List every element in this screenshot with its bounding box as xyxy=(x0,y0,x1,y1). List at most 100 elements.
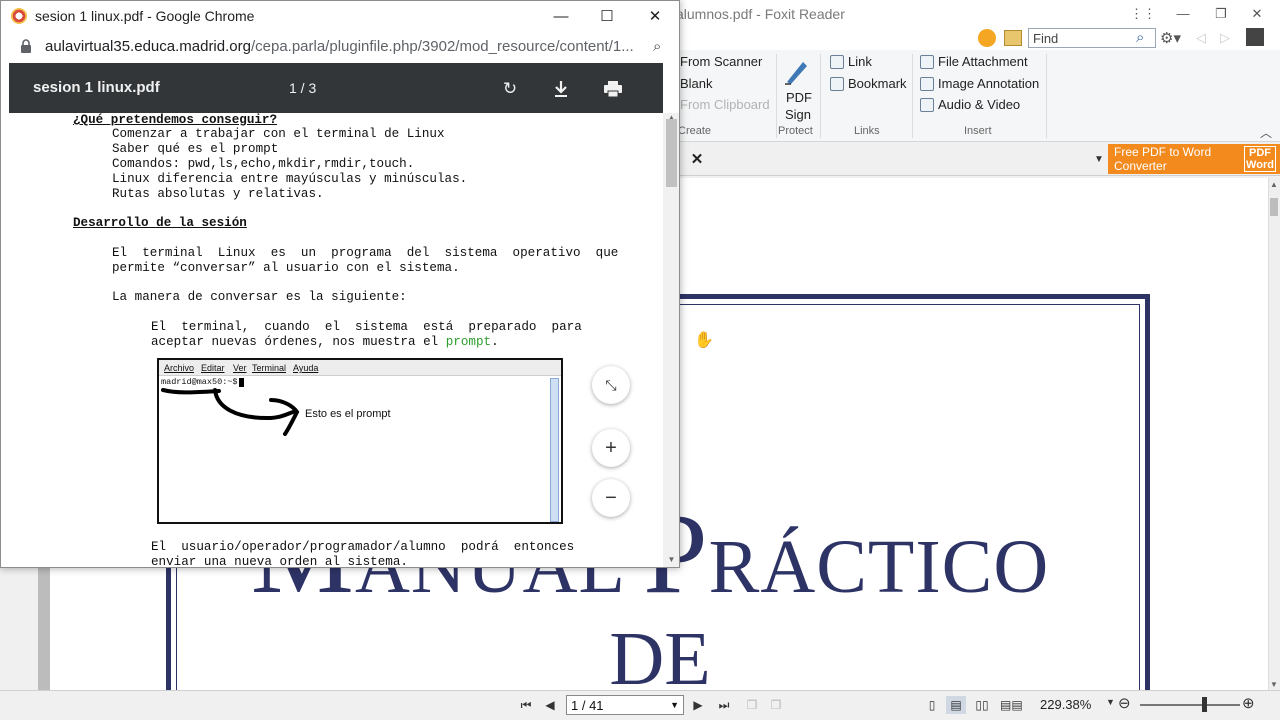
lock-icon[interactable] xyxy=(20,39,32,53)
navigation-panel-strip xyxy=(38,566,50,690)
maximize-button[interactable]: ☐ xyxy=(587,5,627,29)
pdf-to-word-badge: PDF Word xyxy=(1244,146,1276,172)
heart-icon[interactable] xyxy=(978,29,996,47)
paperclip-icon xyxy=(920,54,934,69)
film-icon xyxy=(920,97,934,112)
from-clipboard-button[interactable]: From Clipboard xyxy=(680,97,770,112)
file-attachment-button[interactable]: File Attachment xyxy=(920,54,1028,69)
rotate-icon[interactable]: ↻ xyxy=(498,77,522,101)
next-page-icon[interactable]: ▶ xyxy=(688,696,708,714)
grid-icon[interactable]: ⋮⋮ xyxy=(1130,4,1156,24)
heading-session: Desarrollo de la sesión xyxy=(73,216,247,230)
prompt-annotation: Esto es el prompt xyxy=(305,408,391,420)
close-button[interactable]: ✕ xyxy=(1244,4,1270,24)
continuous-page-icon[interactable]: ▤ xyxy=(946,696,966,714)
goal-line: Saber qué es el prompt xyxy=(112,142,279,156)
ribbon-separator xyxy=(820,54,821,138)
image-annotation-button[interactable]: Image Annotation xyxy=(920,76,1039,91)
minimize-button[interactable]: — xyxy=(541,5,581,29)
foxit-scroll-thumb[interactable] xyxy=(1270,198,1278,216)
scroll-down-icon[interactable]: ▼ xyxy=(664,555,679,565)
download-icon[interactable] xyxy=(549,77,573,101)
fit-to-page-button[interactable]: ⤡ xyxy=(592,366,630,404)
paragraph-line: La manera de conversar es la siguiente: xyxy=(112,290,407,304)
hand-cursor-icon: ✋ xyxy=(694,332,714,349)
heading-goals: ¿Qué pretendemos conseguir? xyxy=(73,113,278,127)
url-text[interactable]: aulavirtual35.educa.madrid.org/cepa.parl… xyxy=(45,38,641,55)
previous-page-icon[interactable]: ◀ xyxy=(540,696,560,714)
bookmark-button[interactable]: Bookmark xyxy=(830,76,907,91)
from-scanner-button[interactable]: From Scanner xyxy=(680,54,762,69)
zoom-dropdown-icon[interactable]: ▼ xyxy=(1106,697,1115,707)
restore-button[interactable]: ❐ xyxy=(1208,4,1234,24)
chrome-favicon-icon xyxy=(11,8,27,24)
search-icon[interactable]: ⌕ xyxy=(1136,29,1144,46)
paragraph-line: aceptar nuevas órdenes, nos muestra el p… xyxy=(151,335,499,349)
prompt-word: prompt xyxy=(445,335,492,349)
paragraph-line: El terminal Linux es un programa del sis… xyxy=(112,246,619,260)
print-icon[interactable] xyxy=(601,77,625,101)
pdf-page-indicator[interactable]: 1 / 3 xyxy=(289,80,316,96)
chrome-window: sesion 1 linux.pdf - Google Chrome — ☐ ✕… xyxy=(0,0,680,568)
minimize-button[interactable]: — xyxy=(1170,4,1196,24)
last-page-icon[interactable]: ⏭ xyxy=(714,696,734,714)
user-icon[interactable] xyxy=(1246,28,1264,46)
facing-page-icon[interactable]: ▯▯ xyxy=(972,696,992,714)
zoom-in-icon[interactable]: ⊕ xyxy=(1242,694,1255,712)
bookmark-icon xyxy=(830,76,844,91)
collapse-ribbon-icon[interactable]: ︿ xyxy=(1260,124,1272,141)
hand-drawn-arrow xyxy=(161,388,300,436)
forward-icon[interactable]: ▷ xyxy=(1220,30,1230,46)
zoom-magnifier-icon[interactable]: ⌕ xyxy=(653,38,661,55)
previous-view-icon[interactable]: ❐ xyxy=(742,696,762,714)
back-icon[interactable]: ◁ xyxy=(1196,30,1206,46)
promo-banner[interactable]: Free PDF to Word Converter PDF Word xyxy=(1108,144,1280,174)
goal-line: Linux diferencia entre mayúsculas y minú… xyxy=(112,172,468,186)
goal-line: Comenzar a trabajar con el terminal de L… xyxy=(112,127,445,141)
continuous-facing-icon[interactable]: ▤▤ xyxy=(1000,696,1023,714)
gear-icon[interactable]: ⚙▾ xyxy=(1160,29,1181,47)
links-group-label: Links xyxy=(854,125,880,137)
pdf-sign-label[interactable]: PDF xyxy=(786,90,812,105)
zoom-level[interactable]: 229.38% xyxy=(1040,697,1091,712)
foxit-window-title: alumnos.pdf - Foxit Reader xyxy=(676,6,845,22)
single-page-icon[interactable]: ▯ xyxy=(922,696,942,714)
next-view-icon[interactable]: ❐ xyxy=(766,696,786,714)
chrome-window-title: sesion 1 linux.pdf - Google Chrome xyxy=(35,8,255,24)
ribbon-separator xyxy=(1046,54,1047,138)
create-group-label: Create xyxy=(678,125,712,137)
zoom-out-button[interactable]: − xyxy=(592,479,630,517)
sign-label[interactable]: Sign xyxy=(785,107,811,122)
zoom-in-button[interactable]: + xyxy=(592,429,630,467)
chrome-scroll-thumb[interactable] xyxy=(666,119,677,187)
zoom-slider-thumb[interactable] xyxy=(1202,697,1207,712)
pdf-filename: sesion 1 linux.pdf xyxy=(33,79,160,96)
ribbon-separator xyxy=(776,54,777,138)
ribbon-separator xyxy=(912,54,913,138)
foxit-vertical-scrollbar[interactable] xyxy=(1268,178,1280,690)
insert-group-label: Insert xyxy=(964,125,992,137)
paragraph-line: permite “conversar” al usuario con el si… xyxy=(112,261,460,275)
link-button[interactable]: Link xyxy=(830,54,872,69)
folder-icon[interactable] xyxy=(1004,30,1022,46)
close-button[interactable]: ✕ xyxy=(635,5,675,29)
zoom-slider-track[interactable] xyxy=(1140,704,1240,706)
protect-group-label: Protect xyxy=(778,125,813,137)
link-icon xyxy=(830,54,844,69)
zoom-out-icon[interactable]: ⊖ xyxy=(1118,694,1131,712)
scroll-down-icon[interactable]: ▼ xyxy=(1270,680,1278,689)
tab-list-icon[interactable]: ▼ xyxy=(1092,150,1106,170)
paragraph-line: El terminal, cuando el sistema está prep… xyxy=(151,320,582,334)
chevron-down-icon: ▼ xyxy=(670,700,679,710)
close-tab-icon[interactable]: ✕ xyxy=(688,150,706,170)
blank-button[interactable]: Blank xyxy=(680,76,713,91)
scroll-up-icon[interactable]: ▲ xyxy=(1270,180,1278,189)
paragraph-line: enviar una nueva orden al sistema. xyxy=(151,555,408,567)
page-number-input[interactable]: 1 / 41 ▼ xyxy=(566,695,684,715)
first-page-icon[interactable]: ⏮ xyxy=(516,696,536,714)
goal-line: Rutas absolutas y relativas. xyxy=(112,187,324,201)
image-icon xyxy=(920,76,934,91)
pdf-page[interactable]: ¿Qué pretendemos conseguir? Comenzar a t… xyxy=(9,113,663,567)
audio-video-button[interactable]: Audio & Video xyxy=(920,97,1020,112)
pen-sign-icon[interactable] xyxy=(783,56,811,86)
